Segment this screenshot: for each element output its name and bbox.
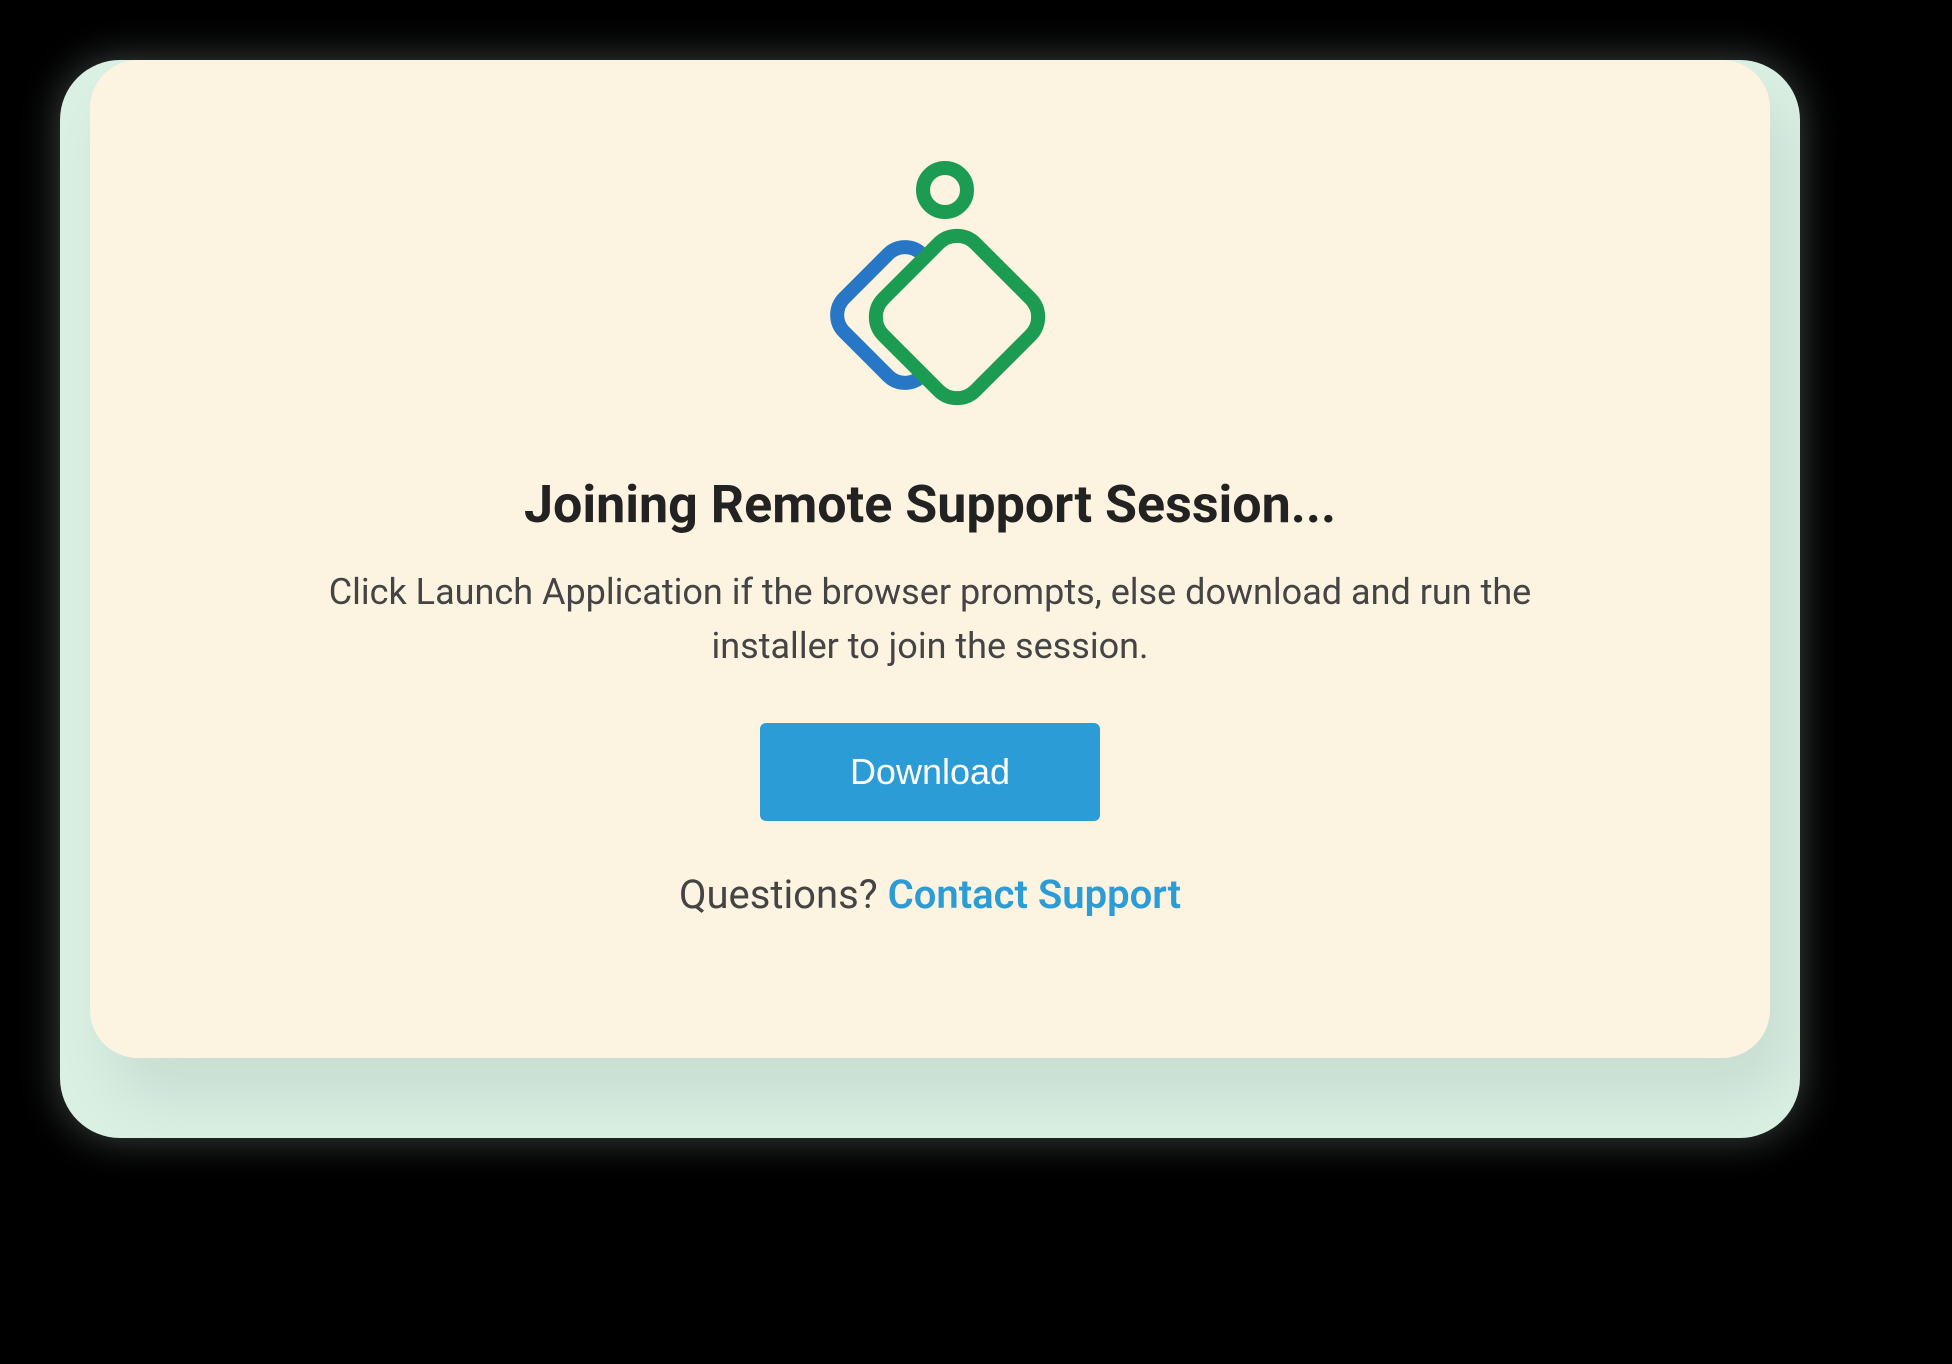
page-title: Joining Remote Support Session... xyxy=(524,474,1336,535)
card-shadow-wrapper: Joining Remote Support Session... Click … xyxy=(60,60,1800,1138)
contact-support-link[interactable]: Contact Support xyxy=(888,871,1181,918)
instruction-text: Click Launch Application if the browser … xyxy=(290,565,1570,673)
questions-label: Questions? xyxy=(679,871,888,918)
app-logo-icon xyxy=(810,160,1050,424)
footer-line: Questions? Contact Support xyxy=(679,871,1181,918)
download-button[interactable]: Download xyxy=(760,723,1100,821)
session-card: Joining Remote Support Session... Click … xyxy=(90,60,1770,1058)
